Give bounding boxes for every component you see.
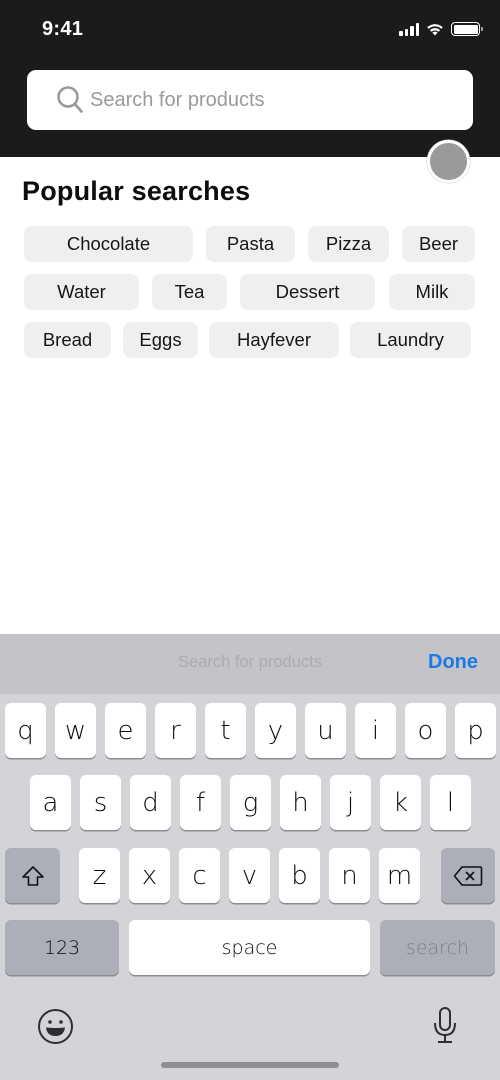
key[interactable]: m bbox=[379, 848, 420, 903]
keyboard-accessory-bar: Search for products Done bbox=[0, 634, 500, 694]
cellular-signal-icon bbox=[399, 22, 419, 36]
emoji-icon[interactable] bbox=[37, 1008, 74, 1045]
key[interactable]: h bbox=[280, 775, 321, 830]
key[interactable]: j bbox=[330, 775, 371, 830]
key[interactable]: c bbox=[179, 848, 220, 903]
key[interactable]: k bbox=[380, 775, 421, 830]
popular-searches-heading: Popular searches bbox=[22, 176, 251, 206]
key[interactable]: o bbox=[405, 703, 446, 758]
home-indicator bbox=[161, 1062, 339, 1068]
key[interactable]: l bbox=[430, 775, 471, 830]
popular-chip[interactable]: Pizza bbox=[308, 226, 389, 262]
key[interactable]: p bbox=[455, 703, 496, 758]
key[interactable]: g bbox=[230, 775, 271, 830]
search-return-key[interactable]: search bbox=[380, 920, 495, 975]
key[interactable]: t bbox=[205, 703, 246, 758]
delete-icon bbox=[453, 865, 483, 886]
keyboard: qwertyuiop asdfghjkl zxcvbnm 123 space s… bbox=[0, 694, 500, 1080]
search-icon bbox=[57, 86, 83, 113]
microphone-icon[interactable] bbox=[430, 1006, 460, 1046]
popular-chip[interactable]: Eggs bbox=[123, 322, 198, 358]
key[interactable]: e bbox=[105, 703, 146, 758]
search-field[interactable] bbox=[27, 70, 473, 130]
wifi-icon bbox=[427, 24, 443, 36]
key[interactable]: b bbox=[279, 848, 320, 903]
key[interactable]: n bbox=[329, 848, 370, 903]
popular-chip[interactable]: Tea bbox=[152, 274, 227, 310]
status-time: 9:41 bbox=[42, 18, 84, 40]
popular-chip[interactable]: Milk bbox=[389, 274, 475, 310]
key[interactable]: w bbox=[55, 703, 96, 758]
key[interactable]: y bbox=[255, 703, 296, 758]
key[interactable]: f bbox=[180, 775, 221, 830]
done-button[interactable]: Done bbox=[428, 651, 478, 674]
popular-chip[interactable]: Hayfever bbox=[209, 322, 339, 358]
popular-chip[interactable]: Pasta bbox=[206, 226, 295, 262]
popular-chip[interactable]: Dessert bbox=[240, 274, 375, 310]
key[interactable]: z bbox=[79, 848, 120, 903]
key[interactable]: u bbox=[305, 703, 346, 758]
numbers-key[interactable]: 123 bbox=[5, 920, 119, 975]
battery-icon bbox=[451, 22, 483, 36]
shift-icon bbox=[21, 865, 44, 886]
key[interactable]: s bbox=[80, 775, 121, 830]
key[interactable]: a bbox=[30, 775, 71, 830]
key[interactable]: v bbox=[229, 848, 270, 903]
status-icons bbox=[399, 22, 483, 36]
header: 9:41 bbox=[0, 0, 500, 157]
accessory-placeholder: Search for products bbox=[178, 653, 322, 671]
space-key[interactable]: space bbox=[129, 920, 370, 975]
popular-chip[interactable]: Bread bbox=[24, 322, 111, 358]
popular-chip[interactable]: Chocolate bbox=[24, 226, 193, 262]
popular-chip[interactable]: Water bbox=[24, 274, 139, 310]
search-input[interactable] bbox=[90, 88, 450, 112]
key[interactable]: q bbox=[5, 703, 46, 758]
popular-chip[interactable]: Laundry bbox=[350, 322, 471, 358]
key[interactable]: x bbox=[129, 848, 170, 903]
popular-chip[interactable]: Beer bbox=[402, 226, 475, 262]
key[interactable]: i bbox=[355, 703, 396, 758]
profile-avatar[interactable] bbox=[427, 140, 470, 183]
key[interactable]: r bbox=[155, 703, 196, 758]
key[interactable]: d bbox=[130, 775, 171, 830]
shift-key[interactable] bbox=[5, 848, 60, 903]
delete-key[interactable] bbox=[441, 848, 495, 903]
